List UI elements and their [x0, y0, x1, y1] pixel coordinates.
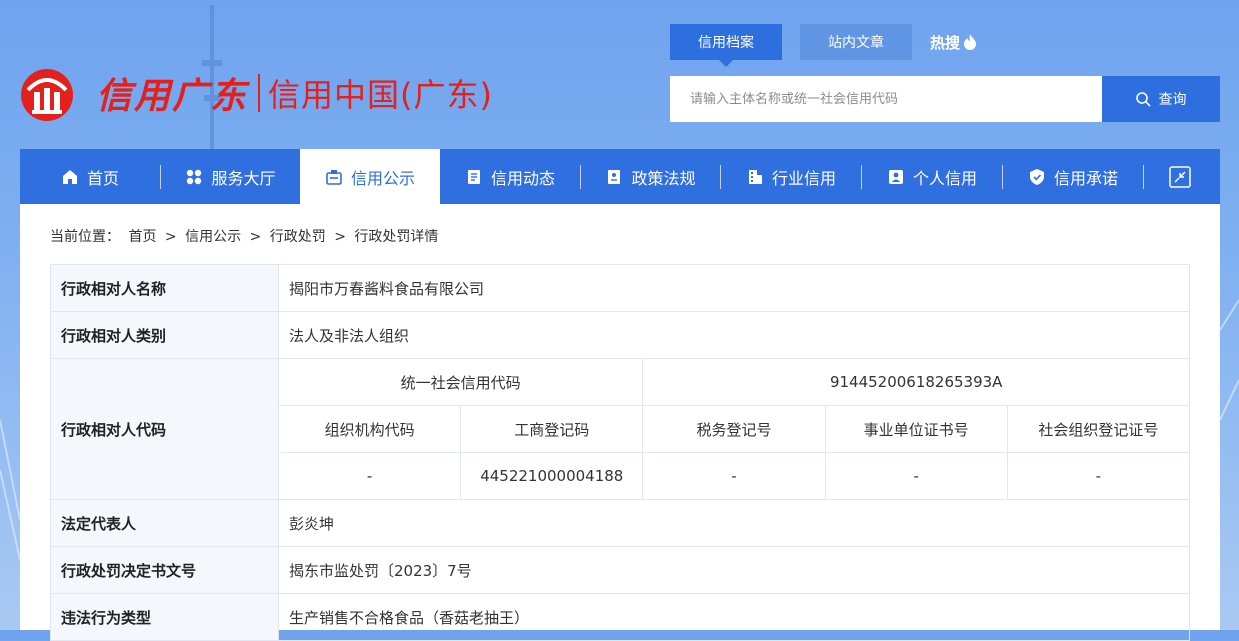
- code-header: 工商登记码: [460, 405, 644, 453]
- expand-icon: [1169, 165, 1191, 188]
- field-value: 揭东市监处罚〔2023〕7号: [278, 546, 1190, 594]
- table-row: 行政相对人名称 揭阳市万春酱料食品有限公司: [50, 264, 1190, 312]
- nav-item-credit-news[interactable]: 信用动态: [440, 149, 580, 204]
- nav-item-label: 服务大厅: [211, 168, 276, 188]
- news-icon: [467, 169, 480, 184]
- hot-search-link[interactable]: 热搜: [930, 32, 977, 53]
- breadcrumb-credit-publicity[interactable]: 信用公示: [185, 229, 241, 245]
- nav-item-label: 信用承诺: [1053, 168, 1118, 188]
- breadcrumb-home[interactable]: 首页: [128, 229, 156, 245]
- field-label: 行政相对人代码: [50, 358, 279, 500]
- code-value: -: [824, 452, 1008, 500]
- nav-item-credit-commitment[interactable]: 信用承诺: [1003, 149, 1143, 204]
- breadcrumb-separator: >: [249, 229, 262, 245]
- shield-check-icon: [1029, 168, 1044, 185]
- code-value: -: [642, 452, 826, 500]
- table-row: 行政处罚决定书文号 揭东市监处罚〔2023〕7号: [50, 546, 1190, 594]
- code-header: 社会组织登记证号: [1006, 405, 1191, 453]
- nav-item-label: 行业信用: [771, 168, 836, 188]
- nav-item-service-hall[interactable]: 服务大厅: [161, 149, 300, 204]
- breadcrumb-prefix: 当前位置：: [50, 229, 120, 245]
- uscc-label: 统一社会信用代码: [277, 358, 644, 406]
- code-header: 事业单位证书号: [824, 405, 1008, 453]
- home-icon: [62, 169, 77, 184]
- uscc-value: 91445200618265393A: [642, 358, 1190, 406]
- breadcrumb: 当前位置： 首页 > 信用公示 > 行政处罚 > 行政处罚详情: [50, 226, 442, 246]
- breadcrumb-separator: >: [334, 229, 346, 245]
- breadcrumb-admin-penalty[interactable]: 行政处罚: [270, 229, 326, 245]
- logo-text: 信用中国(广东): [268, 75, 493, 114]
- nav-item-label: 个人信用: [912, 168, 977, 188]
- code-header: 组织机构代码: [277, 405, 462, 453]
- building-icon: [748, 169, 762, 184]
- nav-item-home[interactable]: 首页: [20, 149, 160, 204]
- nav-expand-button[interactable]: [1144, 149, 1216, 204]
- field-label: 法定代表人: [50, 499, 279, 547]
- code-header: 税务登记号: [642, 405, 826, 453]
- tab-site-articles[interactable]: 站内文章: [800, 24, 912, 60]
- field-label: 行政处罚决定书文号: [50, 546, 279, 594]
- document-icon: [608, 169, 621, 184]
- tab-credit-archive[interactable]: 信用档案: [670, 24, 782, 67]
- code-value: -: [1006, 452, 1191, 500]
- content-panel: 当前位置： 首页 > 信用公示 > 行政处罚 > 行政处罚详情 行政相对人名称 …: [20, 204, 1220, 641]
- logo-emblem-icon: [21, 68, 73, 121]
- breadcrumb-separator: >: [164, 229, 177, 245]
- table-row: 行政相对人类别 法人及非法人组织: [50, 311, 1190, 359]
- field-value: 法人及非法人组织: [278, 311, 1190, 359]
- main-nav: 首页 服务大厅 信用公示 信用动态 政策法规 行业信用 个人信用 信用承诺: [20, 149, 1220, 204]
- penalty-detail-table: 行政相对人名称 揭阳市万春酱料食品有限公司 行政相对人类别 法人及非法人组织 行…: [50, 264, 1191, 641]
- code-value: -: [277, 452, 462, 500]
- nav-item-industry-credit[interactable]: 行业信用: [721, 149, 861, 204]
- nav-item-label: 信用公示: [350, 168, 415, 188]
- field-label: 违法行为类型: [50, 593, 279, 641]
- table-row: 违法行为类型 生产销售不合格食品（香菇老抽王）: [50, 593, 1190, 641]
- search-icon: [1135, 91, 1151, 107]
- field-label: 行政相对人类别: [50, 311, 279, 359]
- code-value: 445221000004188: [460, 452, 644, 500]
- person-card-icon: [888, 169, 903, 184]
- nav-item-label: 政策法规: [631, 168, 696, 188]
- logo-divider: [258, 73, 261, 112]
- nav-item-label: 信用动态: [490, 168, 555, 188]
- table-row: 法定代表人 彭炎坤: [50, 499, 1190, 547]
- search-type-tabs: 信用档案 站内文章 热搜: [670, 24, 977, 67]
- search-bar: 查询: [670, 76, 1220, 122]
- field-label: 行政相对人名称: [50, 264, 279, 312]
- announce-icon: [326, 169, 342, 185]
- nav-item-label: 首页: [86, 168, 119, 188]
- search-input[interactable]: [670, 76, 1102, 122]
- site-logo[interactable]: 信用广东 信用中国(广东): [18, 55, 493, 130]
- logo-script-text: 信用广东: [96, 74, 249, 117]
- search-button[interactable]: 查询: [1102, 76, 1220, 122]
- field-value: 揭阳市万春酱料食品有限公司: [278, 264, 1190, 312]
- field-value: 生产销售不合格食品（香菇老抽王）: [278, 593, 1190, 641]
- field-value: 彭炎坤: [278, 499, 1190, 547]
- table-row: 行政相对人代码 统一社会信用代码 91445200618265393A: [50, 358, 1190, 500]
- search-button-label: 查询: [1158, 92, 1187, 108]
- grid-icon: [187, 169, 202, 184]
- breadcrumb-current: 行政处罚详情: [354, 229, 439, 245]
- hot-search-label: 热搜: [930, 33, 961, 52]
- nav-item-policy[interactable]: 政策法规: [581, 149, 720, 204]
- flame-icon: [964, 34, 977, 50]
- nav-item-credit-publicity[interactable]: 信用公示: [300, 149, 440, 204]
- nav-item-personal-credit[interactable]: 个人信用: [862, 149, 1002, 204]
